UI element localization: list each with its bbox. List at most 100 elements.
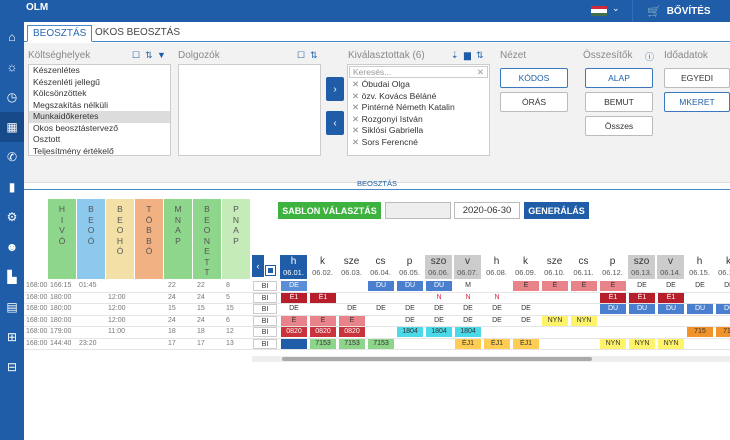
- bi-cell[interactable]: BI: [253, 327, 277, 337]
- tab-beosztas[interactable]: BEOSZTÁS: [27, 25, 93, 42]
- remove-icon[interactable]: ✕: [352, 125, 362, 135]
- list-item[interactable]: Osztott: [29, 134, 170, 146]
- checkbox-icon[interactable]: ☐: [297, 50, 305, 61]
- osszes-button[interactable]: Összes: [585, 116, 653, 136]
- shift-cell[interactable]: [368, 316, 394, 326]
- day-header[interactable]: h 06.15.: [686, 255, 714, 279]
- bi-cell[interactable]: BI: [253, 338, 277, 349]
- list-item[interactable]: Készenléti jellegű: [29, 77, 170, 89]
- users-icon[interactable]: ☻: [0, 232, 24, 262]
- download-icon[interactable]: ⊟: [0, 352, 24, 382]
- shift-cell[interactable]: É1: [629, 292, 655, 303]
- shift-cell[interactable]: [339, 293, 365, 303]
- shift-cell[interactable]: 715: [716, 327, 730, 337]
- list-item[interactable]: ✕ Siklósi Gabriella: [348, 125, 489, 137]
- shift-cell[interactable]: É: [310, 315, 336, 326]
- remove-icon[interactable]: ✕: [352, 91, 362, 101]
- shift-cell[interactable]: [310, 281, 336, 291]
- shift-cell[interactable]: NYN: [571, 315, 597, 326]
- shift-cell[interactable]: DE: [629, 281, 655, 291]
- shift-cell[interactable]: DE: [397, 316, 423, 326]
- shift-cell[interactable]: [571, 293, 597, 303]
- sort-icon[interactable]: ⇅: [310, 50, 318, 61]
- extend-cart-button[interactable]: 🛒 BŐVÍTÉS: [632, 0, 730, 22]
- shift-cell[interactable]: DE: [455, 304, 481, 314]
- summary-column-header[interactable]: MNAP: [164, 199, 192, 279]
- shift-cell[interactable]: [339, 281, 365, 291]
- shift-cell[interactable]: ÉJ1: [484, 338, 510, 349]
- sun-icon[interactable]: ☼: [0, 52, 24, 82]
- shift-cell[interactable]: É1: [281, 292, 307, 303]
- shift-cell[interactable]: DE: [513, 304, 539, 314]
- shift-cell[interactable]: DU: [426, 281, 452, 291]
- list-item[interactable]: Megszakítás nélküli: [29, 100, 170, 112]
- shift-cell[interactable]: [542, 304, 568, 314]
- shift-cell[interactable]: É: [542, 281, 568, 291]
- day-header[interactable]: h 06.01.: [280, 255, 308, 279]
- shift-cell[interactable]: [542, 327, 568, 337]
- shift-cell[interactable]: DU: [397, 281, 423, 291]
- day-header[interactable]: szo 06.13.: [628, 255, 656, 279]
- day-header[interactable]: v 06.14.: [657, 255, 685, 279]
- chevron-left-icon[interactable]: ‹: [252, 255, 264, 277]
- olm-logo[interactable]: OLM: [26, 2, 60, 20]
- shift-cell[interactable]: É: [339, 315, 365, 326]
- shift-cell[interactable]: [629, 316, 655, 326]
- factory-icon[interactable]: ▙: [0, 262, 24, 292]
- shift-cell[interactable]: DU: [368, 281, 394, 291]
- horizontal-scrollbar[interactable]: [252, 356, 730, 362]
- phone-icon[interactable]: ✆: [0, 142, 24, 172]
- add-right-button[interactable]: ›: [326, 77, 344, 101]
- template-select-button[interactable]: SABLON VÁLASZTÁS: [278, 202, 381, 219]
- day-header[interactable]: v 06.07.: [454, 255, 482, 279]
- shift-cell[interactable]: DE: [368, 304, 394, 314]
- dolgozok-list[interactable]: [178, 64, 321, 156]
- shift-cell[interactable]: [310, 304, 336, 314]
- shift-cell[interactable]: DU: [600, 304, 626, 314]
- shift-cell[interactable]: É1: [600, 292, 626, 303]
- alap-button[interactable]: ALAP: [585, 68, 653, 88]
- summary-column-header[interactable]: BEOHÓ: [106, 199, 134, 279]
- info-icon[interactable]: ⓘ: [645, 50, 654, 63]
- shift-cell[interactable]: [513, 327, 539, 337]
- date-input[interactable]: 2020-06-30: [454, 202, 520, 219]
- list-item[interactable]: ✕ Óbudai Olga: [348, 79, 489, 91]
- shift-cell[interactable]: DU: [716, 304, 730, 314]
- shift-cell[interactable]: [687, 293, 713, 303]
- list-item[interactable]: Okos beosztástervező: [29, 123, 170, 135]
- select-all-checkbox[interactable]: [265, 265, 276, 276]
- shift-cell[interactable]: [629, 327, 655, 337]
- shift-cell[interactable]: [426, 339, 452, 349]
- list-item[interactable]: Munkaidőkeretes: [29, 111, 170, 123]
- list-item[interactable]: Készenlétes: [29, 65, 170, 77]
- shift-cell[interactable]: DE: [426, 316, 452, 326]
- report-icon[interactable]: ▤: [0, 292, 24, 322]
- shift-cell[interactable]: [542, 339, 568, 349]
- shift-cell[interactable]: [571, 327, 597, 337]
- list-item[interactable]: ✕ Sors Ferencné: [348, 137, 489, 149]
- shift-cell[interactable]: ÉJ1: [513, 338, 539, 349]
- bemut-button[interactable]: BEMUT: [585, 92, 653, 112]
- chart-icon[interactable]: ▮: [0, 172, 24, 202]
- list-item[interactable]: ✕ Rozgonyi István: [348, 114, 489, 126]
- summary-column-header[interactable]: BEONETT: [193, 199, 221, 279]
- bi-cell[interactable]: BI: [253, 292, 277, 303]
- shift-cell[interactable]: [397, 293, 423, 303]
- shift-cell[interactable]: DE: [513, 316, 539, 326]
- list-item[interactable]: Teljesítmény értékelő: [29, 146, 170, 156]
- shift-cell[interactable]: É1: [310, 292, 336, 303]
- shift-cell[interactable]: 7153: [310, 338, 336, 349]
- shift-cell[interactable]: [368, 293, 394, 303]
- shift-cell[interactable]: [600, 316, 626, 326]
- shift-cell[interactable]: DU: [687, 304, 713, 314]
- shift-cell[interactable]: [658, 316, 684, 326]
- day-header[interactable]: k 06.02.: [309, 255, 337, 279]
- day-header[interactable]: p 06.12.: [599, 255, 627, 279]
- shift-cell[interactable]: 0820: [310, 327, 336, 337]
- shift-cell[interactable]: DE: [426, 304, 452, 314]
- shift-cell[interactable]: NYN: [600, 338, 626, 349]
- shift-cell[interactable]: DE: [281, 304, 307, 314]
- day-header[interactable]: k06.16.: [715, 255, 730, 279]
- home-icon[interactable]: ⌂: [0, 22, 24, 52]
- egyedi-button[interactable]: EGYEDI: [664, 68, 730, 88]
